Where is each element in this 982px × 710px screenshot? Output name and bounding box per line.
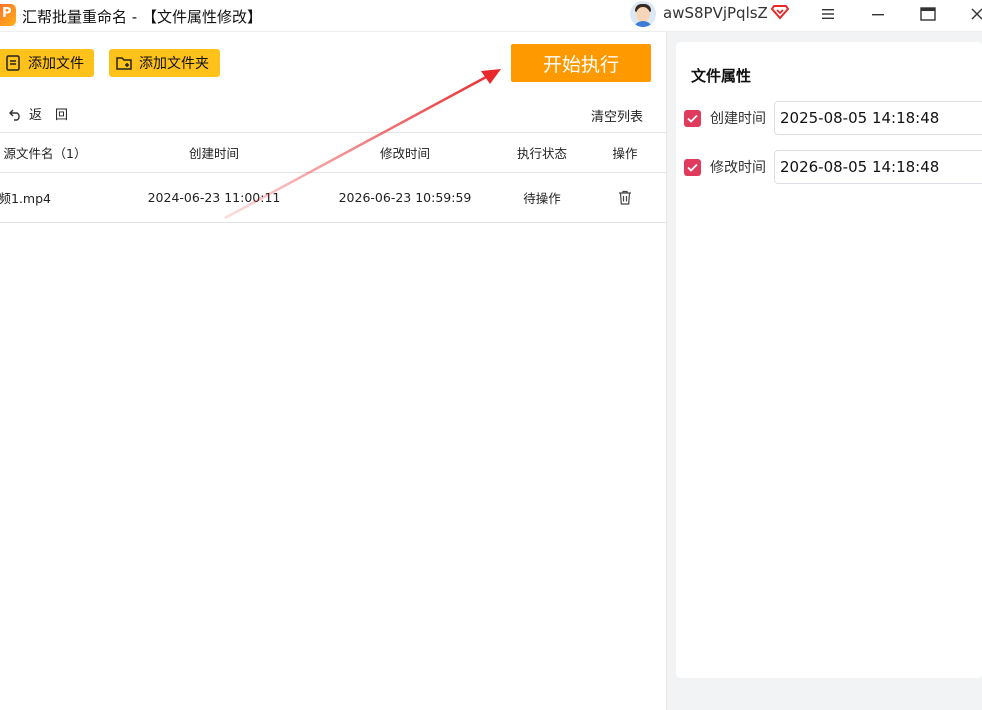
window-title: 汇帮批量重命名 - 【文件属性修改】 bbox=[22, 8, 262, 26]
maximize-icon bbox=[920, 7, 936, 21]
back-label: 返 回 bbox=[29, 108, 69, 123]
checkmark-icon bbox=[687, 114, 698, 123]
modified-time-label: 修改时间 bbox=[710, 160, 766, 176]
vip-diamond-icon[interactable] bbox=[771, 2, 789, 20]
minimize-icon bbox=[872, 14, 884, 16]
menu-icon bbox=[822, 9, 834, 19]
delete-row-button[interactable] bbox=[600, 173, 650, 222]
row-created-time: 2024-06-23 11:00:11 bbox=[147, 190, 281, 205]
header-modified-time: 修改时间 bbox=[379, 146, 430, 161]
file-attributes-panel bbox=[676, 42, 982, 678]
add-file-label: 添加文件 bbox=[28, 56, 84, 72]
created-time-row: 创建时间 2025-08-05 14:18:48 bbox=[684, 101, 982, 135]
add-folder-label: 添加文件夹 bbox=[139, 56, 209, 72]
row-filename: 视频1.mp4 bbox=[0, 191, 51, 206]
created-time-checkbox[interactable] bbox=[684, 109, 701, 127]
row-status: 待操作 bbox=[523, 191, 561, 206]
created-time-label: 创建时间 bbox=[710, 111, 766, 127]
add-file-icon bbox=[6, 55, 20, 71]
username[interactable]: awS8PVjPqlsZ bbox=[663, 4, 768, 22]
trash-icon bbox=[619, 190, 631, 205]
panel-title: 文件属性 bbox=[691, 67, 752, 85]
file-table-header: 源文件名（1） 创建时间 修改时间 执行状态 操作 bbox=[0, 132, 666, 173]
checkmark-icon bbox=[687, 163, 698, 172]
user-avatar[interactable] bbox=[630, 1, 656, 27]
add-file-button[interactable]: 添加文件 bbox=[0, 49, 94, 77]
maximize-button[interactable] bbox=[913, 2, 943, 26]
row-modified-time: 2026-06-23 10:59:59 bbox=[338, 190, 472, 205]
header-action: 操作 bbox=[612, 146, 638, 161]
header-source-filename: 源文件名（1） bbox=[3, 146, 87, 161]
clear-list-button[interactable]: 清空列表 bbox=[591, 106, 643, 125]
menu-button[interactable] bbox=[813, 2, 843, 26]
minimize-button[interactable] bbox=[863, 2, 893, 26]
back-arrow-icon bbox=[9, 109, 20, 121]
add-folder-icon bbox=[116, 57, 132, 70]
modified-time-row: 修改时间 2026-08-05 14:18:48 bbox=[684, 150, 982, 184]
header-created-time: 创建时间 bbox=[188, 146, 239, 161]
header-status: 执行状态 bbox=[516, 146, 567, 161]
start-execution-button[interactable]: 开始执行 bbox=[511, 44, 651, 82]
back-button[interactable]: 返 回 bbox=[8, 104, 68, 123]
add-folder-button[interactable]: 添加文件夹 bbox=[109, 49, 220, 77]
app-logo-icon bbox=[0, 4, 16, 26]
table-row[interactable]: 视频1.mp4 2024-06-23 11:00:11 2026-06-23 1… bbox=[0, 173, 666, 223]
close-icon bbox=[971, 8, 982, 20]
close-button[interactable] bbox=[962, 2, 982, 26]
modified-time-input[interactable]: 2026-08-05 14:18:48 bbox=[774, 150, 982, 184]
modified-time-checkbox[interactable] bbox=[684, 158, 701, 176]
created-time-input[interactable]: 2025-08-05 14:18:48 bbox=[774, 101, 982, 135]
title-bar: 汇帮批量重命名 - 【文件属性修改】 awS8PVjPqlsZ bbox=[0, 0, 982, 32]
